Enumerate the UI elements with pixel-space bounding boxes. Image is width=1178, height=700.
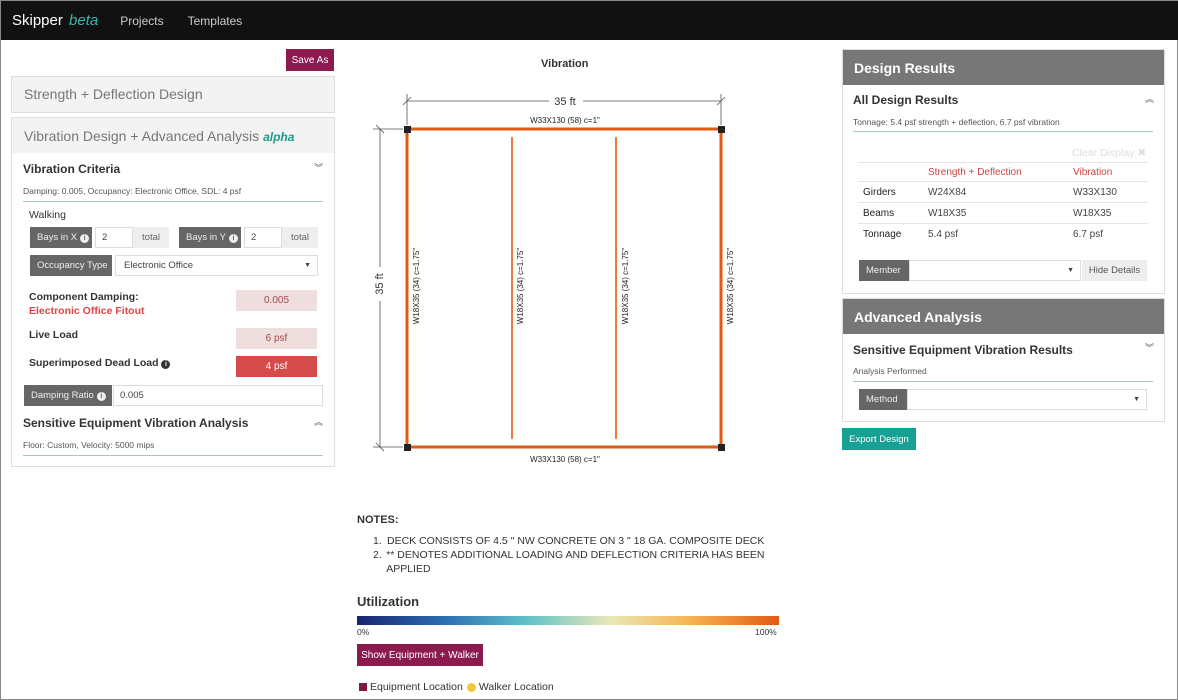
component-damping-source-text: Electronic Office Fitout: [29, 305, 145, 317]
sensitive-equipment-summary: Floor: Custom, Velocity: 5000 mips: [23, 440, 155, 450]
beam-label: W18X35 (34) c=1.75": [516, 248, 525, 325]
walker-dot-icon: [466, 682, 476, 692]
divider: [853, 131, 1153, 132]
bays-x-unit: total: [133, 227, 169, 248]
member-label: Member: [859, 260, 909, 281]
info-icon[interactable]: i: [80, 234, 90, 243]
notes-list: 1. DECK CONSISTS OF 4.5 " NW CONCRETE ON …: [373, 534, 787, 576]
occupancy-type-select[interactable]: Electronic Office ▼: [115, 255, 318, 276]
info-icon[interactable]: i: [96, 392, 106, 401]
top-navbar: Skipper beta Projects Templates: [1, 1, 1178, 40]
table-header-row: Strength + Deflection Vibration: [858, 162, 1148, 182]
info-icon[interactable]: i: [161, 360, 171, 369]
bays-x-label: Bays in Xi: [30, 227, 92, 248]
header-strength-deflection: Strength + Deflection: [923, 162, 1068, 182]
utilization-max-label: 100%: [755, 627, 777, 637]
bays-x-input[interactable]: 2: [95, 227, 133, 248]
damping-ratio-input[interactable]: 0.005: [113, 385, 323, 406]
all-design-results-title: All Design Results: [853, 93, 959, 107]
chevron-double-up-icon[interactable]: ︽: [1145, 92, 1154, 105]
legend-equipment: Equipment Location: [370, 681, 463, 693]
chevron-double-up-icon[interactable]: ︽: [314, 415, 323, 428]
walking-label: Walking: [29, 209, 66, 221]
divider: [853, 381, 1153, 382]
table-row: Girders W24X84 W33X130: [858, 181, 1148, 203]
legend-walker: Walker Location: [478, 681, 554, 693]
advanced-analysis-title: Advanced Analysis: [843, 299, 1164, 334]
show-equipment-walker-button[interactable]: Show Equipment + Walker: [357, 644, 483, 666]
vibration-design-header[interactable]: Vibration Design + Advanced Analysis alp…: [12, 118, 334, 153]
sdl-value[interactable]: 4 psf: [236, 356, 317, 377]
notes-title: NOTES:: [357, 514, 399, 526]
note-item: 2. ** DENOTES ADDITIONAL LOADING AND DEFL…: [373, 549, 765, 575]
divider: [23, 201, 323, 202]
save-as-button[interactable]: Save As: [286, 49, 334, 71]
all-design-results-summary: Tonnage: 5.4 psf strength + deflection, …: [853, 117, 1060, 127]
y-dimension: 35 ft: [373, 124, 403, 452]
bays-y-label: Bays in Yi: [179, 227, 241, 248]
member-select[interactable]: ▼: [909, 260, 1081, 281]
girder-top-label: W33X130 (58) c=1": [530, 116, 600, 125]
caret-down-icon: ▼: [304, 262, 311, 269]
girder-bottom-label: W33X130 (58) c=1": [530, 455, 600, 464]
design-results-table: Strength + Deflection Vibration Girders W…: [858, 162, 1148, 245]
chevron-double-down-icon[interactable]: ︾: [314, 161, 323, 174]
utilization-title: Utilization: [357, 594, 420, 609]
export-design-button[interactable]: Export Design: [842, 428, 916, 450]
chevron-double-down-icon[interactable]: ︾: [1145, 341, 1154, 354]
vibration-criteria-summary: Damping: 0.005, Occupancy: Electronic Of…: [23, 186, 242, 196]
design-results-title: Design Results: [843, 50, 1164, 85]
divider: [23, 455, 323, 456]
live-load-label: Live Load: [29, 329, 79, 341]
equipment-square-icon: [359, 683, 367, 691]
utilization-color-scale: [357, 616, 779, 625]
sensitive-equipment-results-title: Sensitive Equipment Vibration Results: [853, 343, 1073, 357]
floor-plan-diagram: 35 ft 35 ft W33X130 (58) c=1" W33X130 (5…: [373, 94, 735, 464]
component-damping-label: Component Damping:: [29, 291, 139, 303]
column-marker: [718, 126, 725, 133]
info-icon[interactable]: i: [228, 234, 238, 243]
nav-projects[interactable]: Projects: [120, 14, 163, 28]
utilization-min-label: 0%: [357, 627, 370, 637]
component-damping-value[interactable]: 0.005: [236, 290, 317, 311]
x-dimension-label: 35 ft: [554, 96, 575, 108]
beam-label: W18X35 (34) c=1.75": [621, 248, 630, 325]
clear-display-button[interactable]: Clear Display ✖: [1072, 147, 1146, 159]
method-label: Method: [859, 389, 907, 410]
sensitive-equipment-title: Sensitive Equipment Vibration Analysis: [23, 416, 249, 430]
hide-details-button[interactable]: Hide Details: [1082, 260, 1147, 281]
caret-down-icon: ▼: [1133, 396, 1140, 403]
sensitive-equipment-results-summary: Analysis Performed: [853, 366, 927, 376]
beam-label: W18X35 (34) c=1.75": [726, 248, 735, 325]
bays-y-unit: total: [282, 227, 318, 248]
column-marker: [404, 444, 411, 451]
beam-label: W18X35 (34) c=1.75": [412, 248, 421, 325]
occupancy-type-label: Occupancy Type: [30, 255, 112, 276]
table-row: Beams W18X35 W18X35: [858, 202, 1148, 224]
damping-ratio-label: Damping Ratio i: [24, 385, 112, 406]
column-marker: [404, 126, 411, 133]
close-icon: ✖: [1137, 147, 1147, 159]
strength-deflection-title: Strength + Deflection Design: [12, 77, 334, 112]
bays-y-input[interactable]: 2: [244, 227, 282, 248]
header-vibration: Vibration: [1068, 162, 1148, 182]
sdl-label: Superimposed Dead Load i: [29, 357, 171, 369]
column-marker: [718, 444, 725, 451]
table-row: Tonnage 5.4 psf 6.7 psf: [858, 223, 1148, 245]
location-legend: Equipment Location Walker Location: [359, 681, 554, 693]
y-dimension-label: 35 ft: [374, 273, 386, 294]
strength-deflection-panel[interactable]: Strength + Deflection Design: [11, 76, 335, 113]
nav-templates[interactable]: Templates: [188, 14, 243, 28]
brand-logo[interactable]: Skipper beta: [12, 12, 98, 29]
live-load-value[interactable]: 6 psf: [236, 328, 317, 349]
diagram-title: Vibration: [541, 58, 589, 70]
caret-down-icon: ▼: [1067, 267, 1074, 274]
vibration-criteria-title: Vibration Criteria: [23, 162, 121, 176]
note-item: 1. DECK CONSISTS OF 4.5 " NW CONCRETE ON …: [373, 535, 765, 547]
alpha-badge: alpha: [263, 130, 295, 144]
method-select[interactable]: ▼: [907, 389, 1147, 410]
